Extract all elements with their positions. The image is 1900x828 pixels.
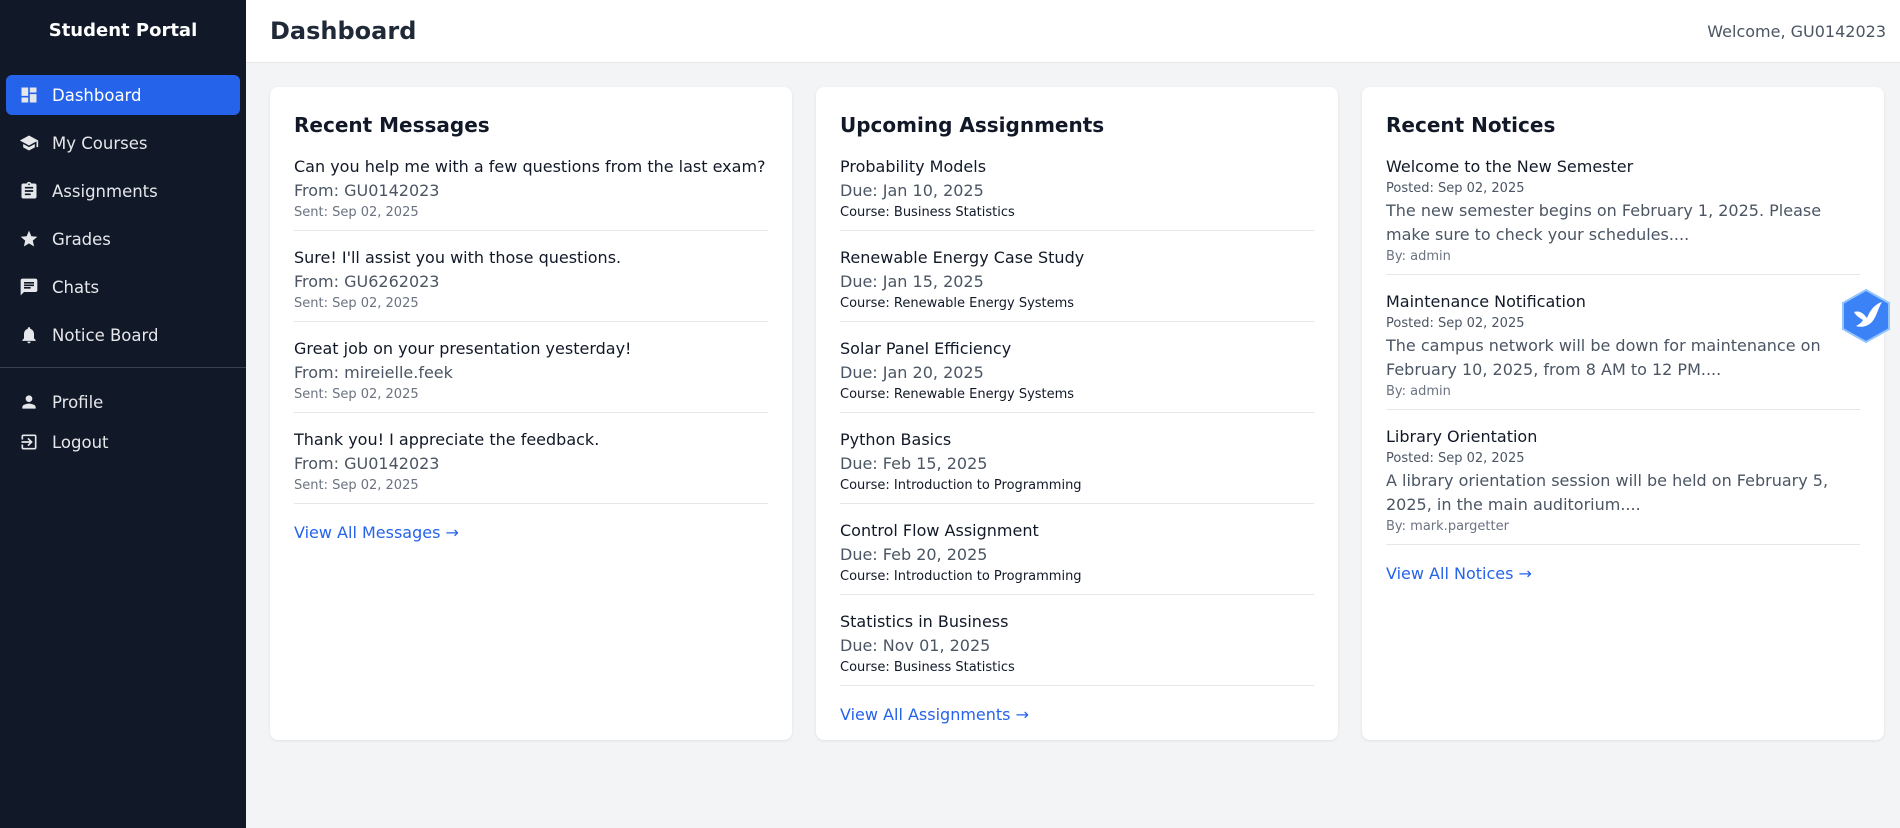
graduation-cap-icon: [18, 132, 40, 154]
bird-icon: [1842, 288, 1890, 344]
top-header: Dashboard Welcome, GU0142023: [246, 0, 1900, 63]
assignment-name: Control Flow Assignment: [840, 521, 1039, 540]
bell-icon: [18, 324, 40, 346]
notice-posted: Posted: Sep 02, 2025: [1386, 316, 1525, 331]
user-icon: [18, 391, 40, 413]
sidebar-item-notice-board[interactable]: Notice Board: [6, 315, 240, 355]
message-item[interactable]: Great job on your presentation yesterday…: [294, 337, 768, 413]
assignment-due: Due: Feb 15, 2025: [840, 454, 988, 473]
notice-title: Library Orientation: [1386, 427, 1538, 446]
sidebar-item-label: My Courses: [52, 133, 148, 153]
message-item[interactable]: Can you help me with a few questions fro…: [294, 155, 768, 231]
upcoming-assignments-card: Upcoming Assignments Probability Models …: [816, 87, 1338, 740]
message-text: Sure! I'll assist you with those questio…: [294, 248, 622, 267]
sidebar-divider: [0, 367, 246, 368]
sidebar-item-label: Chats: [52, 277, 100, 297]
assignment-course: Course: Introduction to Programming: [840, 478, 1082, 493]
assignment-item[interactable]: Solar Panel Efficiency Due: Jan 20, 2025…: [840, 337, 1314, 413]
notice-author: By: admin: [1386, 249, 1451, 264]
sidebar-item-label: Logout: [52, 432, 109, 452]
sidebar-item-my-courses[interactable]: My Courses: [6, 123, 240, 163]
assignment-course: Course: Introduction to Programming: [840, 569, 1082, 584]
chat-icon: [18, 276, 40, 298]
notice-body: The campus network will be down for main…: [1386, 336, 1821, 379]
card-title: Recent Notices: [1386, 113, 1556, 137]
assignment-item[interactable]: Probability Models Due: Jan 10, 2025 Cou…: [840, 155, 1314, 231]
message-from: From: mireielle.feek: [294, 363, 453, 382]
notice-body: A library orientation session will be he…: [1386, 471, 1829, 514]
assignment-item[interactable]: Python Basics Due: Feb 15, 2025 Course: …: [840, 428, 1314, 504]
assignment-due: Due: Jan 15, 2025: [840, 272, 984, 291]
assignment-due: Due: Feb 20, 2025: [840, 545, 988, 564]
notice-body: The new semester begins on February 1, 2…: [1386, 201, 1822, 244]
notice-title: Welcome to the New Semester: [1386, 157, 1634, 176]
sidebar-item-label: Notice Board: [52, 325, 159, 345]
floating-assistant-button[interactable]: [1840, 288, 1892, 344]
dashboard-icon: [18, 84, 40, 106]
assignment-name: Statistics in Business: [840, 612, 1009, 631]
card-title: Recent Messages: [294, 113, 490, 137]
assignment-name: Python Basics: [840, 430, 952, 449]
sidebar: Student Portal Dashboard My Courses Assi…: [0, 0, 246, 828]
sidebar-item-dashboard[interactable]: Dashboard: [6, 75, 240, 115]
assignment-name: Solar Panel Efficiency: [840, 339, 1012, 358]
assignment-course: Course: Renewable Energy Systems: [840, 387, 1075, 402]
assignment-item[interactable]: Control Flow Assignment Due: Feb 20, 202…: [840, 519, 1314, 595]
notice-posted: Posted: Sep 02, 2025: [1386, 181, 1525, 196]
notice-author: By: mark.pargetter: [1386, 519, 1509, 534]
page-title: Dashboard: [270, 17, 417, 45]
assignment-name: Renewable Energy Case Study: [840, 248, 1085, 267]
message-from: From: GU0142023: [294, 181, 440, 200]
sidebar-item-label: Dashboard: [52, 85, 142, 105]
assignment-name: Probability Models: [840, 157, 987, 176]
sidebar-item-label: Assignments: [52, 181, 158, 201]
clipboard-icon: [18, 180, 40, 202]
message-sent: Sent: Sep 02, 2025: [294, 387, 419, 402]
card-title: Upcoming Assignments: [840, 113, 1105, 137]
message-sent: Sent: Sep 02, 2025: [294, 478, 419, 493]
sidebar-item-assignments[interactable]: Assignments: [6, 171, 240, 211]
sidebar-item-label: Profile: [52, 392, 104, 412]
star-icon: [18, 228, 40, 250]
message-text: Thank you! I appreciate the feedback.: [294, 430, 600, 449]
sidebar-item-grades[interactable]: Grades: [6, 219, 240, 259]
sidebar-item-label: Grades: [52, 229, 111, 249]
notice-item[interactable]: Library Orientation Posted: Sep 02, 2025…: [1386, 425, 1860, 545]
welcome-text: Welcome, GU0142023: [1707, 21, 1886, 41]
message-item[interactable]: Thank you! I appreciate the feedback. Fr…: [294, 428, 768, 504]
assignment-course: Course: Renewable Energy Systems: [840, 296, 1075, 311]
logout-icon: [18, 431, 40, 453]
message-text: Great job on your presentation yesterday…: [294, 339, 632, 358]
message-item[interactable]: Sure! I'll assist you with those questio…: [294, 246, 768, 322]
brand-title: Student Portal: [48, 19, 198, 41]
assignment-due: Due: Nov 01, 2025: [840, 636, 991, 655]
message-from: From: GU6262023: [294, 272, 440, 291]
sidebar-item-chats[interactable]: Chats: [6, 267, 240, 307]
sidebar-item-logout[interactable]: Logout: [6, 422, 240, 462]
notice-title: Maintenance Notification: [1386, 292, 1586, 311]
view-all-assignments-link[interactable]: View All Assignments →: [840, 705, 1029, 724]
sidebar-item-profile[interactable]: Profile: [6, 382, 240, 422]
view-all-notices-link[interactable]: View All Notices →: [1386, 564, 1532, 583]
notice-author: By: admin: [1386, 384, 1451, 399]
assignment-due: Due: Jan 20, 2025: [840, 363, 984, 382]
notice-posted: Posted: Sep 02, 2025: [1386, 451, 1525, 466]
recent-notices-card: Recent Notices Welcome to the New Semest…: [1362, 87, 1884, 740]
assignment-item[interactable]: Statistics in Business Due: Nov 01, 2025…: [840, 610, 1314, 686]
message-sent: Sent: Sep 02, 2025: [294, 296, 419, 311]
notice-item[interactable]: Welcome to the New Semester Posted: Sep …: [1386, 155, 1860, 275]
message-text: Can you help me with a few questions fro…: [294, 157, 766, 176]
sidebar-nav: Dashboard My Courses Assignments Grades …: [0, 60, 246, 355]
dashboard-main: Recent Messages Can you help me with a f…: [270, 87, 1884, 740]
sidebar-account-nav: Profile Logout: [0, 382, 246, 462]
assignment-due: Due: Jan 10, 2025: [840, 181, 984, 200]
assignment-course: Course: Business Statistics: [840, 205, 1015, 220]
message-from: From: GU0142023: [294, 454, 440, 473]
message-sent: Sent: Sep 02, 2025: [294, 205, 419, 220]
notice-item[interactable]: Maintenance Notification Posted: Sep 02,…: [1386, 290, 1860, 410]
recent-messages-card: Recent Messages Can you help me with a f…: [270, 87, 792, 740]
assignment-item[interactable]: Renewable Energy Case Study Due: Jan 15,…: [840, 246, 1314, 322]
assignment-course: Course: Business Statistics: [840, 660, 1015, 675]
view-all-messages-link[interactable]: View All Messages →: [294, 523, 459, 542]
